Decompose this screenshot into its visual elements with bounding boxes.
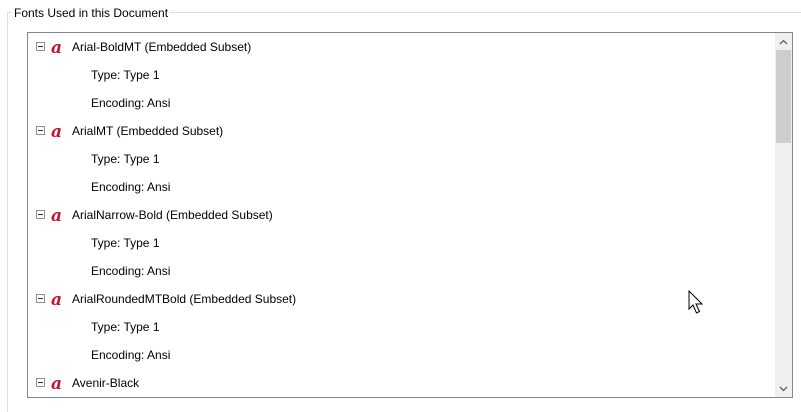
- font-acrobat-icon: a: [51, 39, 62, 55]
- scroll-thumb[interactable]: [776, 50, 791, 143]
- font-node[interactable]: a ArialRoundedMTBold (Embedded Subset): [28, 285, 775, 313]
- svg-text:a: a: [51, 375, 62, 391]
- font-encoding-label: Encoding: Ansi: [91, 348, 171, 362]
- font-node[interactable]: a Arial-BoldMT (Embedded Subset): [28, 33, 775, 61]
- collapse-minus-icon[interactable]: [36, 294, 45, 303]
- font-type-label: Type: Type 1: [91, 152, 160, 166]
- font-type-label: Type: Type 1: [91, 236, 160, 250]
- scroll-down-button[interactable]: [775, 380, 792, 397]
- font-name: ArialNarrow-Bold (Embedded Subset): [72, 208, 273, 222]
- svg-text:a: a: [51, 291, 62, 307]
- font-acrobat-icon: a: [51, 123, 62, 139]
- chevron-up-icon: [779, 39, 788, 44]
- svg-text:a: a: [51, 123, 62, 139]
- font-encoding-label: Encoding: Ansi: [91, 180, 171, 194]
- font-acrobat-icon: a: [51, 291, 62, 307]
- vertical-scrollbar[interactable]: [775, 33, 792, 397]
- font-acrobat-icon: a: [51, 375, 62, 391]
- chevron-down-icon: [779, 386, 788, 391]
- font-encoding-label: Encoding: Ansi: [91, 96, 171, 110]
- svg-text:a: a: [51, 39, 62, 55]
- collapse-minus-icon[interactable]: [36, 210, 45, 219]
- svg-text:a: a: [51, 207, 62, 223]
- collapse-minus-icon[interactable]: [36, 42, 45, 51]
- groupbox-title: Fonts Used in this Document: [12, 5, 171, 21]
- font-name: Arial-BoldMT (Embedded Subset): [72, 40, 252, 54]
- collapse-minus-icon[interactable]: [36, 378, 45, 387]
- font-type-label: Type: Type 1: [91, 320, 160, 334]
- fonts-tree[interactable]: a Arial-BoldMT (Embedded Subset) Type: T…: [27, 32, 793, 398]
- font-type-label: Type: Type 1: [91, 68, 160, 82]
- font-name: ArialRoundedMTBold (Embedded Subset): [72, 292, 297, 306]
- scroll-up-button[interactable]: [775, 33, 792, 50]
- font-node[interactable]: a ArialNarrow-Bold (Embedded Subset): [28, 201, 775, 229]
- font-node[interactable]: a Avenir-Black: [28, 369, 775, 397]
- mouse-pointer-icon: [688, 290, 704, 314]
- font-name: Avenir-Black: [72, 376, 140, 390]
- font-encoding-label: Encoding: Ansi: [91, 264, 171, 278]
- tree-content: a Arial-BoldMT (Embedded Subset) Type: T…: [28, 33, 775, 397]
- font-acrobat-icon: a: [51, 207, 62, 223]
- collapse-minus-icon[interactable]: [36, 126, 45, 135]
- font-name: ArialMT (Embedded Subset): [72, 124, 224, 138]
- font-node[interactable]: a ArialMT (Embedded Subset): [28, 117, 775, 145]
